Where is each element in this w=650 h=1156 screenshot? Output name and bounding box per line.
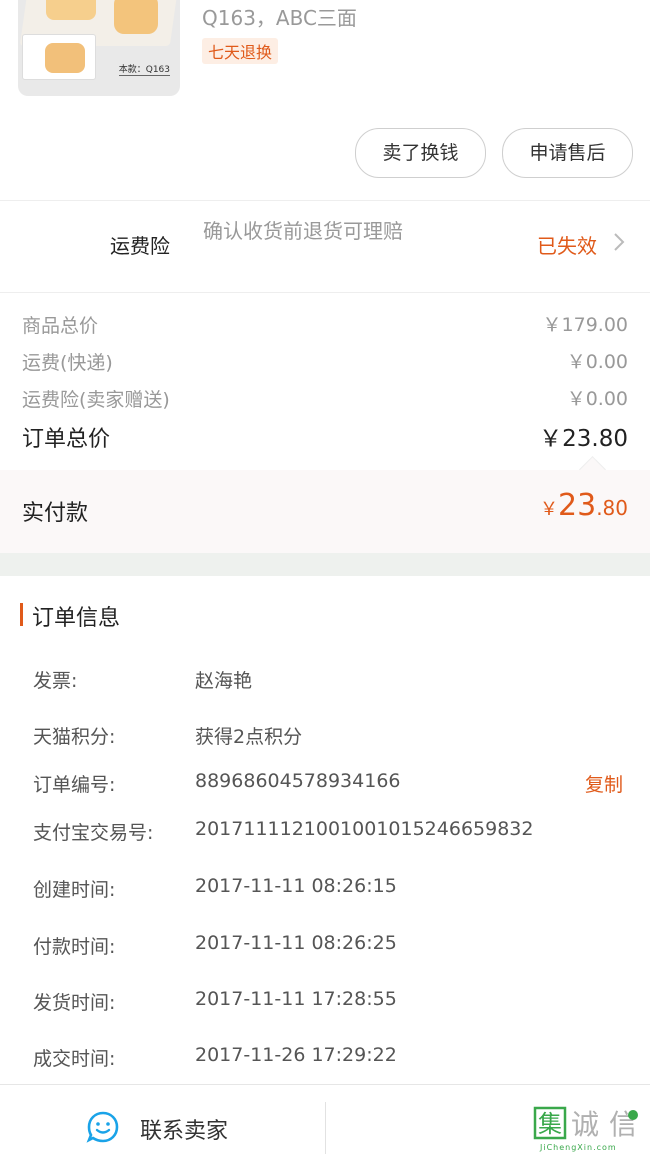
goods-total-label: 商品总价 xyxy=(22,315,99,337)
paid-time-value: 2017-11-11 08:26:25 xyxy=(195,932,397,954)
chat-bubble-icon[interactable] xyxy=(86,1110,120,1144)
shipped-time-label: 发货时间: xyxy=(33,992,116,1014)
cat-sticker-image xyxy=(46,0,96,20)
bottom-divider xyxy=(325,1102,326,1154)
order-total-label: 订单总价 xyxy=(22,427,111,452)
shipped-time-value: 2017-11-11 17:28:55 xyxy=(195,988,397,1010)
created-time-value: 2017-11-11 08:26:15 xyxy=(195,875,397,897)
product-description: Q163，ABC三面 xyxy=(202,6,357,30)
order-info-title: 订单信息 xyxy=(32,606,121,631)
chevron-right-icon[interactable] xyxy=(612,230,626,260)
insurance-title: 运费险 xyxy=(110,234,170,258)
sticker-card-image xyxy=(22,34,96,80)
invoice-value: 赵海艳 xyxy=(195,670,253,692)
alipay-trade-label: 支付宝交易号: xyxy=(33,822,154,844)
insurance-status[interactable]: 已失效 xyxy=(537,230,597,259)
divider xyxy=(0,200,650,201)
product-thumbnail[interactable]: 本款：Q163 xyxy=(18,0,180,96)
goods-total-value: ￥179.00 xyxy=(542,314,628,336)
points-label: 天猫积分: xyxy=(33,726,116,748)
completed-time-value: 2017-11-26 17:29:22 xyxy=(195,1044,397,1066)
insurance-fee-label: 运费险(卖家赠送) xyxy=(22,389,170,411)
insurance-fee-value: ￥0.00 xyxy=(566,388,628,410)
paid-decimal: .80 xyxy=(596,496,628,520)
after-sale-button[interactable]: 申请售后 xyxy=(502,128,633,178)
section-gap xyxy=(0,553,650,576)
paid-amount-label: 实付款 xyxy=(22,501,89,526)
contact-seller-button[interactable]: 联系卖家 xyxy=(140,1113,228,1145)
paid-currency: ￥ xyxy=(540,499,558,520)
section-accent-bar xyxy=(20,603,23,626)
copy-order-number-button[interactable]: 复制 xyxy=(585,770,623,797)
invoice-label: 发票: xyxy=(33,670,78,692)
created-time-label: 创建时间: xyxy=(33,879,116,901)
cat-sticker-image xyxy=(45,43,85,73)
thumbnail-model-text: 本款：Q163 xyxy=(118,62,170,76)
shipping-label: 运费(快递) xyxy=(22,352,113,374)
return-policy-badge: 七天退换 xyxy=(202,38,279,64)
panel-notch xyxy=(579,456,606,483)
cat-sticker-image xyxy=(114,0,158,34)
order-total-value: ￥23.80 xyxy=(539,426,628,452)
order-number-label: 订单编号: xyxy=(33,774,116,796)
sell-button[interactable]: 卖了换钱 xyxy=(355,128,486,178)
divider xyxy=(0,292,650,293)
paid-amount-value: ￥23.80 xyxy=(540,488,628,523)
svg-text:集: 集 xyxy=(538,1110,562,1138)
insurance-description: 确认收货前退货可理赔 xyxy=(203,219,403,243)
paid-time-label: 付款时间: xyxy=(33,936,116,958)
completed-time-label: 成交时间: xyxy=(33,1048,116,1070)
order-number-value: 88968604578934166 xyxy=(195,770,401,792)
watermark-url: JiChengXin.com xyxy=(540,1143,617,1152)
shipping-value: ￥0.00 xyxy=(566,351,628,373)
points-value: 获得2点积分 xyxy=(195,726,303,748)
paid-integer: 23 xyxy=(558,488,597,523)
svg-text:诚: 诚 xyxy=(571,1108,599,1141)
alipay-trade-value: 2017111121001001015246659832 xyxy=(195,818,534,840)
